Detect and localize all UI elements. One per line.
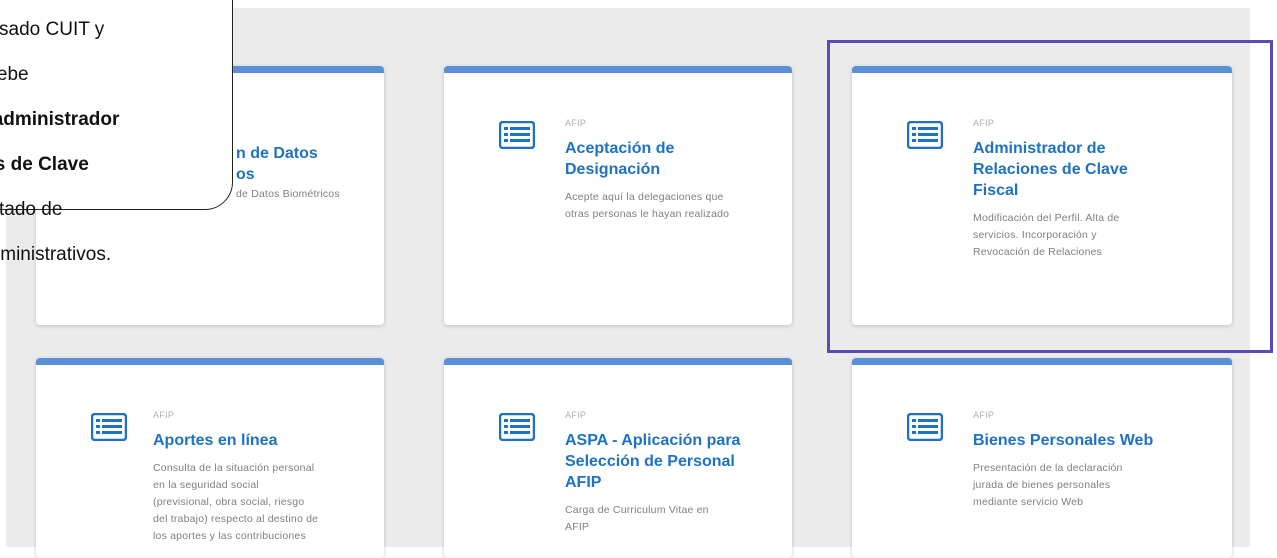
card-org: AFIP [973, 410, 995, 420]
card-title: Aceptación de Designación [565, 140, 675, 178]
card-org: AFIP [565, 410, 587, 420]
callout-text: ngresado CUIT y al, debe ar “administrad… [0, 0, 193, 289]
callout-line: ones de Clave [0, 154, 193, 177]
card-title: n de Datos os [236, 145, 318, 183]
service-card-aspa[interactable]: AFIP ASPA - Aplicación para Selección de… [444, 358, 792, 558]
highlight-box [827, 40, 1273, 353]
instruction-callout: ngresado CUIT y al, debe ar “administrad… [0, 0, 233, 265]
card-org: AFIP [153, 410, 175, 420]
callout-text-bold: “administrador [0, 108, 120, 130]
callout-line: al, debe [0, 63, 29, 85]
list-icon [499, 413, 535, 441]
card-description: Consulta de la situación personal en la … [153, 462, 319, 542]
service-card-aceptacion-designacion[interactable]: AFIP Aceptación de Designación Acepte aq… [444, 66, 792, 325]
card-description: Acepte aquí la delegaciones que otras pe… [565, 191, 730, 220]
card-title: ASPA - Aplicación para Selección de Pers… [565, 432, 741, 491]
card-title: Bienes Personales Web [973, 432, 1154, 449]
list-icon [907, 413, 943, 441]
card-description: de Datos Biométricos [236, 188, 340, 200]
callout-line: ar “administrador [0, 109, 193, 132]
list-icon [499, 121, 535, 149]
callout-line: ngresado CUIT y [0, 18, 105, 40]
service-card-bienes-personales[interactable]: AFIP Bienes Personales Web Presentación … [852, 358, 1232, 558]
service-card-aportes-en-linea[interactable]: AFIP Aportes en línea Consulta de la sit… [36, 358, 384, 558]
card-org: AFIP [565, 118, 587, 128]
list-icon [91, 413, 127, 441]
card-description: Presentación de la declaración jurada de… [973, 462, 1123, 508]
callout-line: el listado de [0, 198, 63, 220]
card-title: Aportes en línea [153, 432, 278, 449]
callout-line: Administrativos. [0, 243, 112, 265]
card-description: Carga de Curriculum Vitae en AFIP [565, 504, 709, 533]
callout-text-bold: ones de Clave [0, 153, 89, 175]
